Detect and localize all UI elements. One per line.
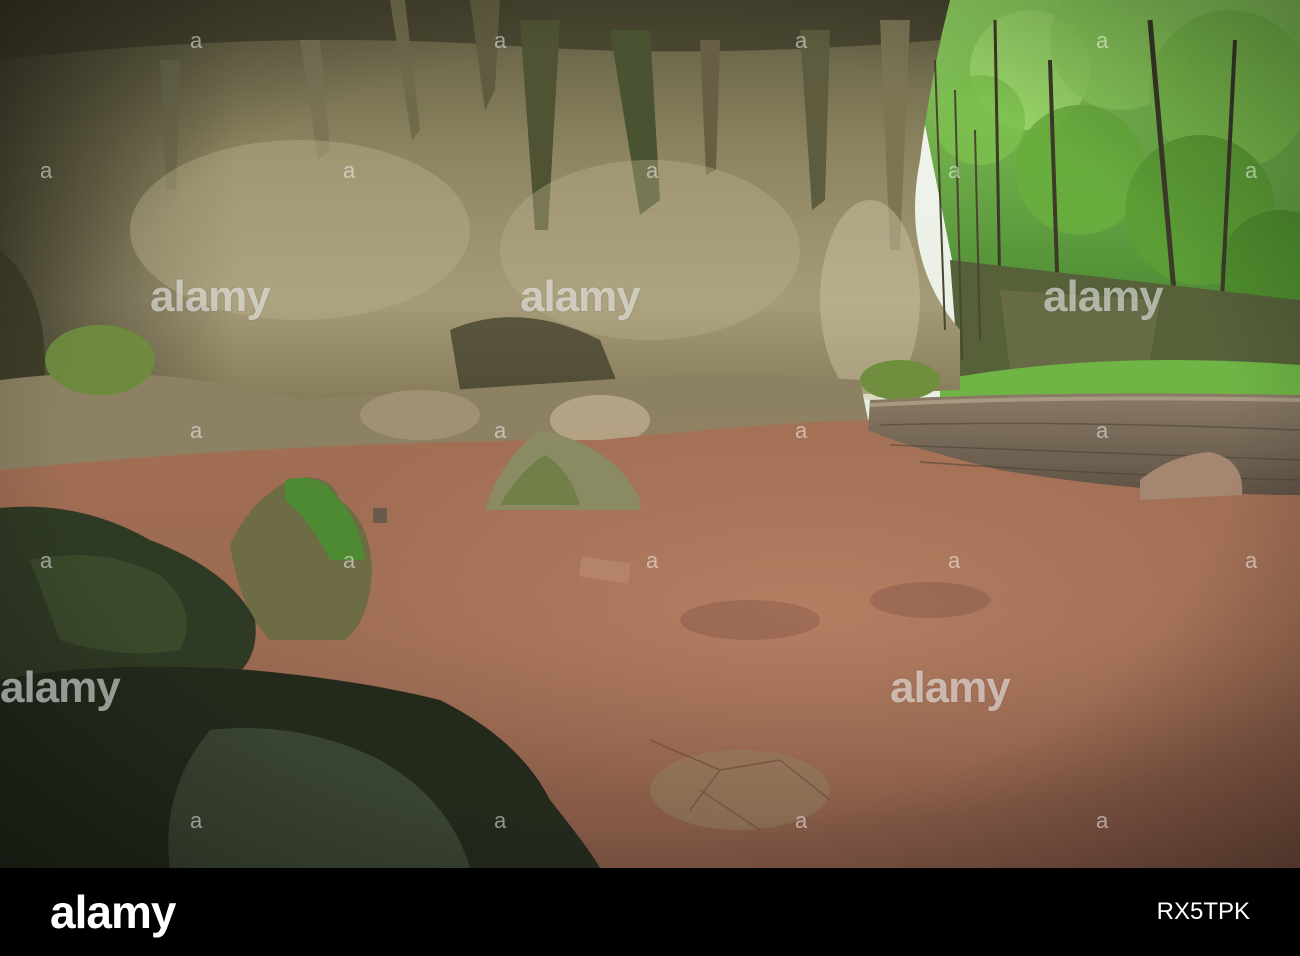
vignette (0, 0, 1300, 868)
alamy-logo: alamy (50, 886, 176, 938)
cave-scene (0, 0, 1300, 868)
stock-photo-frame: alamy alamy alamy alamy alamy a a a a a … (0, 0, 1300, 956)
cave-photo: alamy alamy alamy alamy alamy a a a a a … (0, 0, 1300, 868)
footer-bar: alamy RX5TPK (0, 868, 1300, 956)
image-id: RX5TPK (1156, 898, 1250, 925)
